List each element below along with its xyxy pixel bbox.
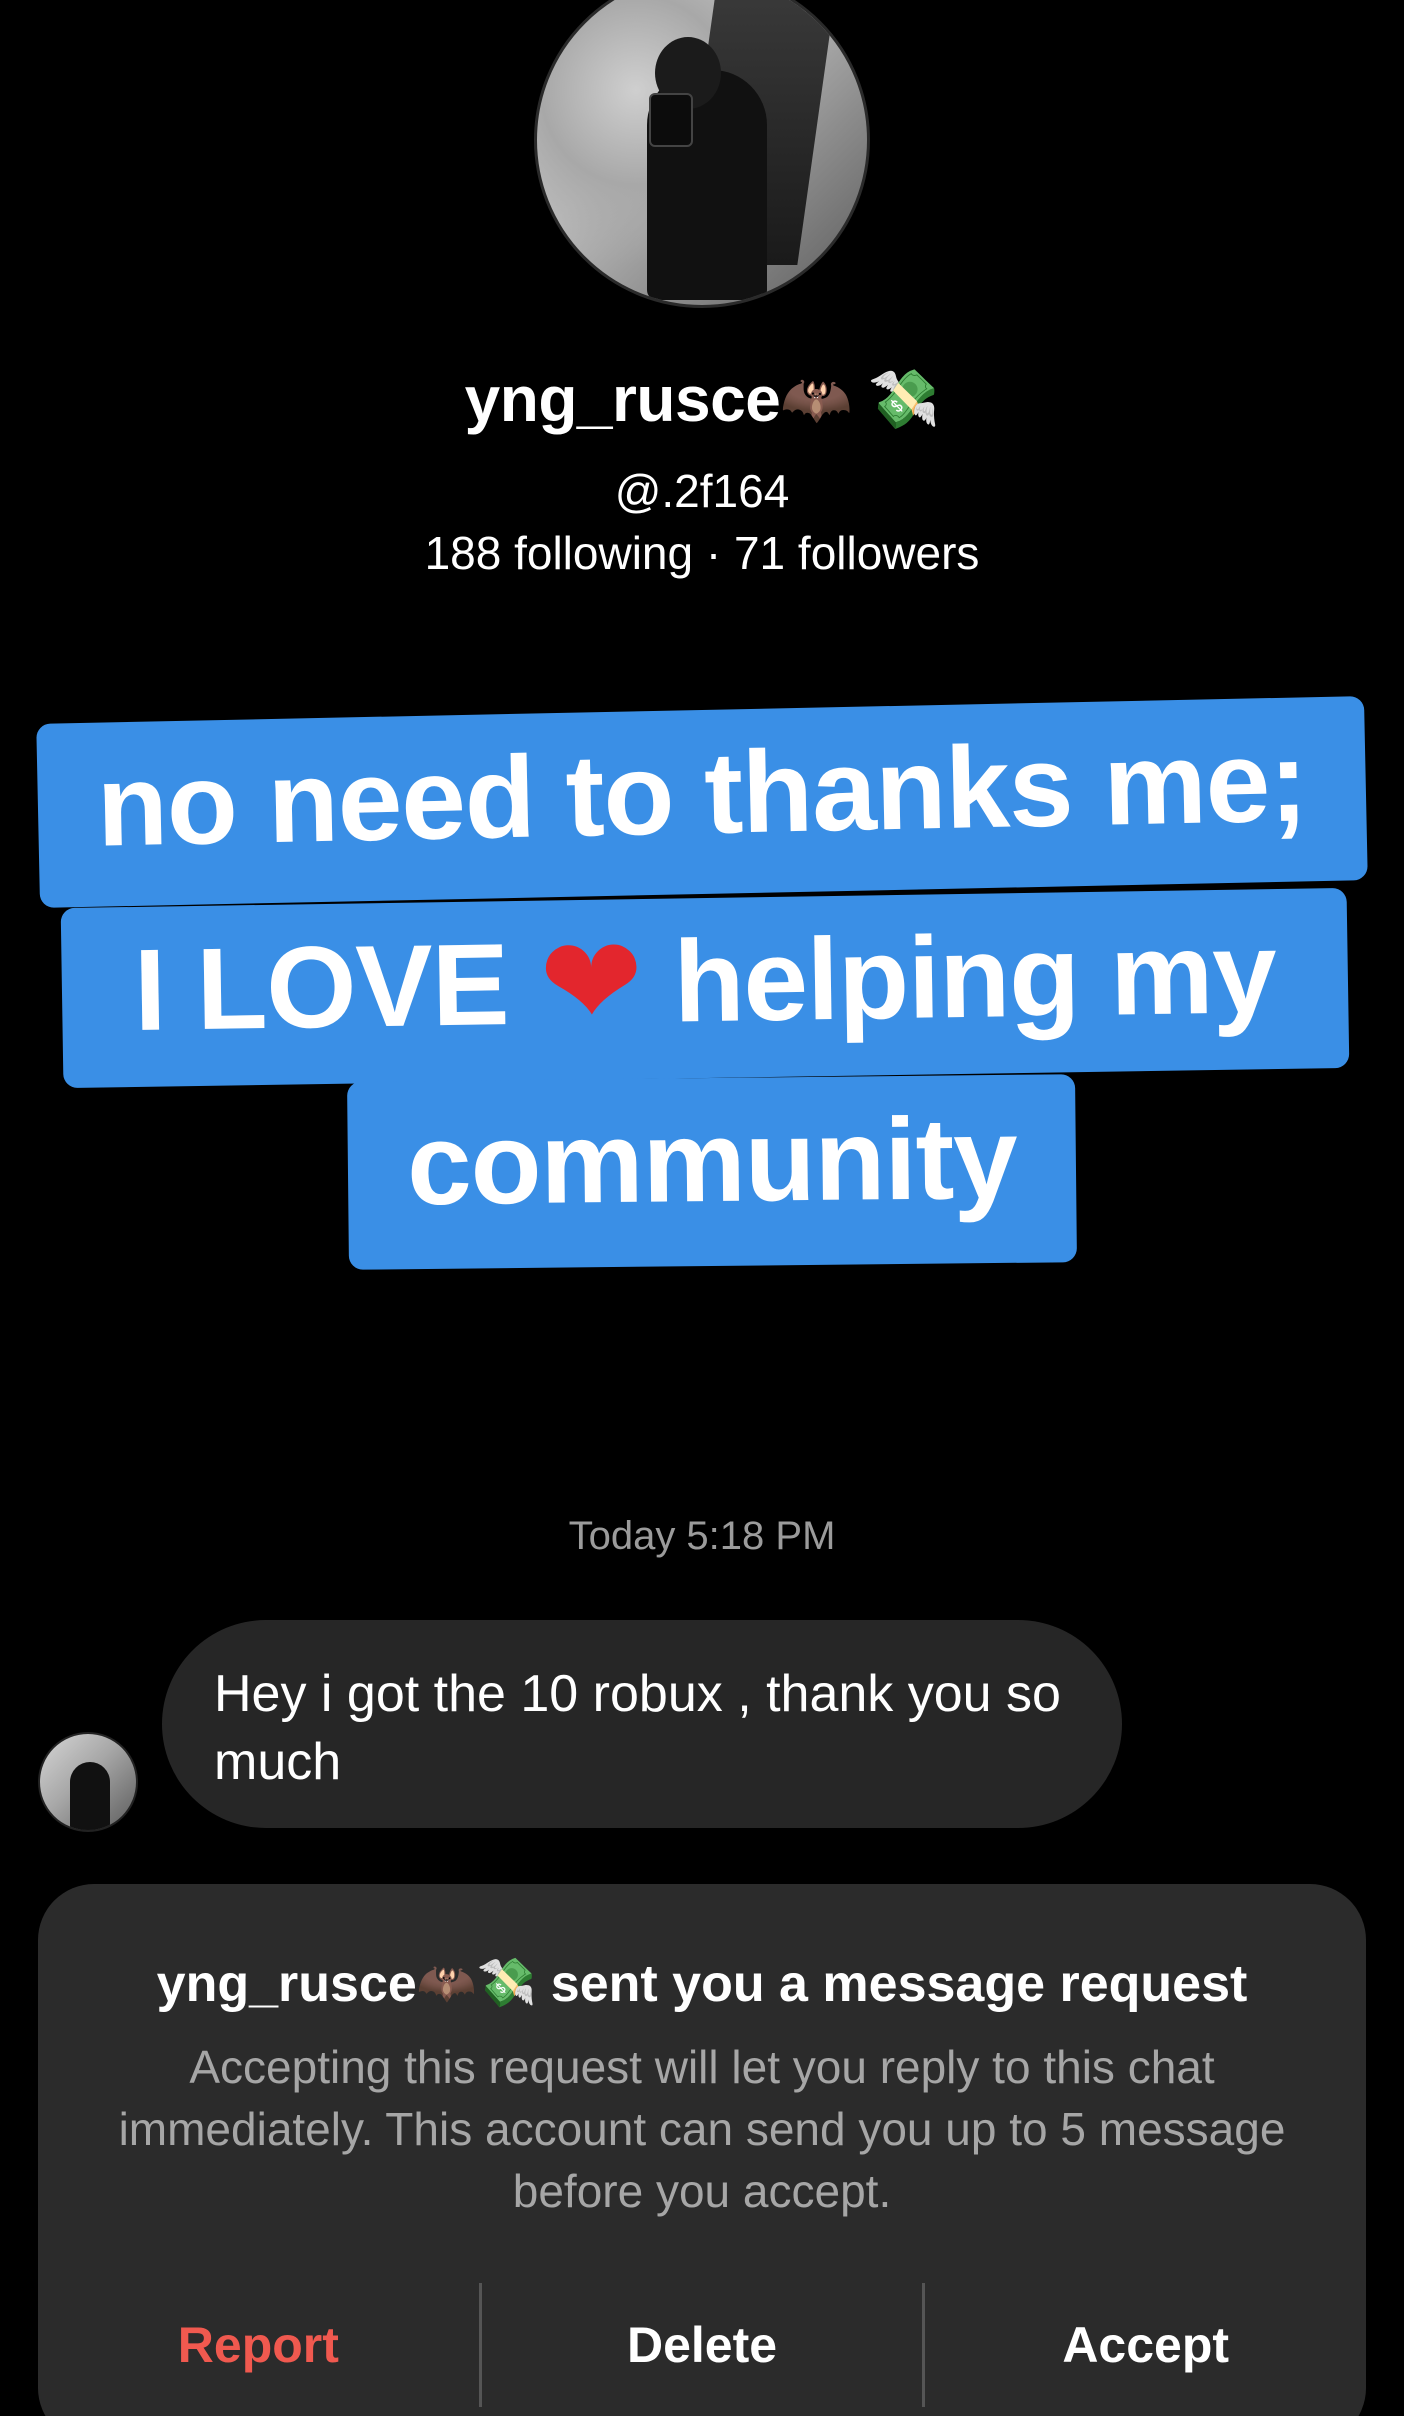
request-title-name: yng_rusce <box>156 1955 417 2013</box>
caption-line-2-start: I LOVE <box>132 918 541 1055</box>
request-title-emoji: 🦇💸 <box>416 1957 537 2010</box>
accept-button[interactable]: Accept <box>925 2280 1366 2410</box>
profile-stats: 188 following · 71 followers <box>424 527 980 579</box>
avatar-phone <box>649 93 693 147</box>
caption-line-1: no need to thanks me; <box>36 696 1368 908</box>
heart-icon: ❤ <box>538 909 644 1056</box>
request-actions: Report Delete Accept <box>38 2280 1366 2410</box>
caption-line-2-end: helping my <box>641 907 1277 1047</box>
message-timestamp: Today 5:18 PM <box>568 1514 836 1558</box>
caption-line-2: I LOVE ❤ helping my <box>60 887 1350 1089</box>
sender-avatar-person <box>70 1762 110 1830</box>
caption-line-3: community <box>347 1074 1077 1270</box>
request-title-suffix: sent you a message request <box>536 1955 1248 2013</box>
display-name-text: yng_rusce <box>464 363 781 435</box>
display-name-emoji: 🦇 💸 <box>780 367 940 432</box>
request-title: yng_rusce🦇💸 sent you a message request <box>38 1954 1366 2014</box>
message-request-screen: yng_rusce🦇 💸 @.2f164 188 following · 71 … <box>0 0 1404 2416</box>
sender-avatar[interactable] <box>38 1732 138 1832</box>
message-bubble[interactable]: Hey i got the 10 robux , thank you so mu… <box>162 1620 1122 1828</box>
request-description: Accepting this request will let you repl… <box>118 2041 1286 2217</box>
message-text: Hey i got the 10 robux , thank you so mu… <box>214 1665 1061 1791</box>
profile-handle: @.2f164 <box>614 465 790 517</box>
profile-avatar[interactable] <box>534 0 870 308</box>
profile-display-name[interactable]: yng_rusce🦇 💸 <box>0 362 1404 436</box>
delete-button[interactable]: Delete <box>482 2280 923 2410</box>
message-request-card: yng_rusce🦇💸 sent you a message request A… <box>38 1884 1366 2416</box>
report-button[interactable]: Report <box>38 2280 479 2410</box>
